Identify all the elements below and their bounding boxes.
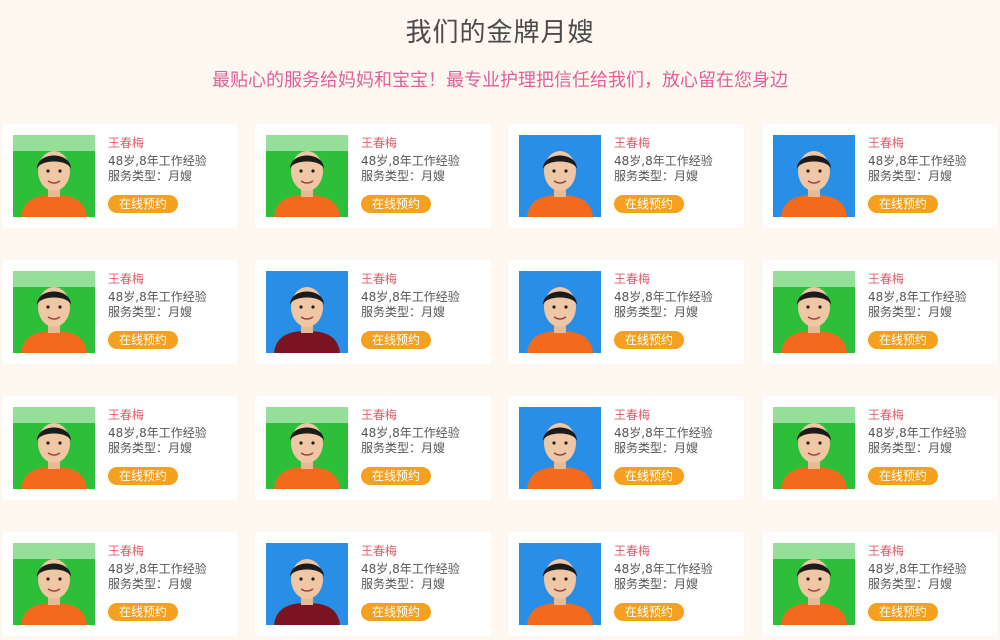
nanny-photo xyxy=(519,543,601,625)
nanny-service-type: 服务类型：月嫂 xyxy=(361,305,446,319)
nanny-age-experience: 48岁,8年工作经验 xyxy=(614,562,713,576)
book-online-button[interactable]: 在线预约 xyxy=(614,195,684,213)
nanny-age-experience: 48岁,8年工作经验 xyxy=(868,154,967,168)
nanny-name: 王春梅 xyxy=(108,272,145,286)
book-online-button[interactable]: 在线预约 xyxy=(361,331,431,349)
book-online-button[interactable]: 在线预约 xyxy=(614,603,684,621)
nanny-photo xyxy=(266,135,348,217)
nanny-photo xyxy=(773,407,855,489)
nanny-service-type: 服务类型：月嫂 xyxy=(108,305,193,319)
book-online-button[interactable]: 在线预约 xyxy=(868,603,938,621)
book-online-button[interactable]: 在线预约 xyxy=(108,331,178,349)
nanny-name: 王春梅 xyxy=(108,544,145,558)
nanny-service-type: 服务类型：月嫂 xyxy=(361,169,446,183)
nanny-card: 王春梅 48岁,8年工作经验 服务类型：月嫂在线预约 xyxy=(508,396,744,500)
nanny-age-experience: 48岁,8年工作经验 xyxy=(108,290,207,304)
nanny-photo xyxy=(266,407,348,489)
nanny-age-experience: 48岁,8年工作经验 xyxy=(108,426,207,440)
nanny-card: 王春梅 48岁,8年工作经验 服务类型：月嫂在线预约 xyxy=(762,532,998,636)
book-online-button[interactable]: 在线预约 xyxy=(614,467,684,485)
nanny-photo xyxy=(519,407,601,489)
nanny-service-type: 服务类型：月嫂 xyxy=(361,441,446,455)
nanny-name: 王春梅 xyxy=(108,136,145,150)
nanny-name: 王春梅 xyxy=(614,136,651,150)
book-online-button[interactable]: 在线预约 xyxy=(108,467,178,485)
nanny-age-experience: 48岁,8年工作经验 xyxy=(361,562,460,576)
nanny-age-experience: 48岁,8年工作经验 xyxy=(108,562,207,576)
nanny-photo xyxy=(773,135,855,217)
nanny-photo xyxy=(13,407,95,489)
nanny-card: 王春梅 48岁,8年工作经验 服务类型：月嫂在线预约 xyxy=(508,532,744,636)
nanny-service-type: 服务类型：月嫂 xyxy=(108,169,193,183)
nanny-card: 王春梅 48岁,8年工作经验 服务类型：月嫂在线预约 xyxy=(508,124,744,228)
nanny-age-experience: 48岁,8年工作经验 xyxy=(614,426,713,440)
nanny-card: 王春梅 48岁,8年工作经验 服务类型：月嫂在线预约 xyxy=(255,260,491,364)
book-online-button[interactable]: 在线预约 xyxy=(868,331,938,349)
nanny-photo xyxy=(266,271,348,353)
nanny-photo xyxy=(773,271,855,353)
book-online-button[interactable]: 在线预约 xyxy=(108,195,178,213)
nanny-card: 王春梅 48岁,8年工作经验 服务类型：月嫂在线预约 xyxy=(2,396,238,500)
nanny-photo xyxy=(13,135,95,217)
nanny-card: 王春梅 48岁,8年工作经验 服务类型：月嫂在线预约 xyxy=(2,532,238,636)
nanny-name: 王春梅 xyxy=(614,272,651,286)
nanny-card: 王春梅 48岁,8年工作经验 服务类型：月嫂在线预约 xyxy=(762,260,998,364)
nanny-name: 王春梅 xyxy=(361,544,398,558)
nanny-age-experience: 48岁,8年工作经验 xyxy=(108,154,207,168)
nanny-name: 王春梅 xyxy=(361,136,398,150)
nanny-card: 王春梅 48岁,8年工作经验 服务类型：月嫂在线预约 xyxy=(255,532,491,636)
nanny-photo xyxy=(13,543,95,625)
nanny-card: 王春梅 48岁,8年工作经验 服务类型：月嫂在线预约 xyxy=(2,124,238,228)
nanny-photo xyxy=(773,543,855,625)
nanny-card: 王春梅 48岁,8年工作经验 服务类型：月嫂在线预约 xyxy=(2,260,238,364)
nanny-name: 王春梅 xyxy=(614,408,651,422)
book-online-button[interactable]: 在线预约 xyxy=(868,467,938,485)
nanny-name: 王春梅 xyxy=(361,408,398,422)
nanny-photo xyxy=(13,271,95,353)
book-online-button[interactable]: 在线预约 xyxy=(614,331,684,349)
nanny-card: 王春梅 48岁,8年工作经验 服务类型：月嫂在线预约 xyxy=(255,396,491,500)
nanny-card: 王春梅 48岁,8年工作经验 服务类型：月嫂在线预约 xyxy=(762,124,998,228)
book-online-button[interactable]: 在线预约 xyxy=(361,603,431,621)
nanny-card: 王春梅 48岁,8年工作经验 服务类型：月嫂在线预约 xyxy=(762,396,998,500)
nanny-age-experience: 48岁,8年工作经验 xyxy=(361,426,460,440)
nanny-service-type: 服务类型：月嫂 xyxy=(868,441,953,455)
nanny-service-type: 服务类型：月嫂 xyxy=(868,305,953,319)
nanny-name: 王春梅 xyxy=(868,272,905,286)
nanny-name: 王春梅 xyxy=(868,408,905,422)
nanny-service-type: 服务类型：月嫂 xyxy=(614,169,699,183)
nanny-name: 王春梅 xyxy=(614,544,651,558)
nanny-name: 王春梅 xyxy=(868,544,905,558)
nanny-service-type: 服务类型：月嫂 xyxy=(361,577,446,591)
nanny-service-type: 服务类型：月嫂 xyxy=(614,577,699,591)
book-online-button[interactable]: 在线预约 xyxy=(361,467,431,485)
nanny-age-experience: 48岁,8年工作经验 xyxy=(361,154,460,168)
nanny-name: 王春梅 xyxy=(868,136,905,150)
nanny-age-experience: 48岁,8年工作经验 xyxy=(614,290,713,304)
nanny-name: 王春梅 xyxy=(361,272,398,286)
nanny-grid: 王春梅 48岁,8年工作经验 服务类型：月嫂 在线预约 王春梅 48岁,8年工作经验 服务类… xyxy=(0,0,1000,640)
nanny-age-experience: 48岁,8年工作经验 xyxy=(868,426,967,440)
nanny-photo xyxy=(519,271,601,353)
nanny-service-type: 服务类型：月嫂 xyxy=(108,577,193,591)
nanny-photo xyxy=(266,543,348,625)
nanny-age-experience: 48岁,8年工作经验 xyxy=(614,154,713,168)
nanny-age-experience: 48岁,8年工作经验 xyxy=(868,290,967,304)
nanny-age-experience: 48岁,8年工作经验 xyxy=(361,290,460,304)
nanny-service-type: 服务类型：月嫂 xyxy=(614,441,699,455)
book-online-button[interactable]: 在线预约 xyxy=(868,195,938,213)
nanny-service-type: 服务类型：月嫂 xyxy=(868,577,953,591)
nanny-service-type: 服务类型：月嫂 xyxy=(868,169,953,183)
nanny-card: 王春梅 48岁,8年工作经验 服务类型：月嫂在线预约 xyxy=(255,124,491,228)
nanny-age-experience: 48岁,8年工作经验 xyxy=(868,562,967,576)
nanny-service-type: 服务类型：月嫂 xyxy=(108,441,193,455)
nanny-name: 王春梅 xyxy=(108,408,145,422)
book-online-button[interactable]: 在线预约 xyxy=(108,603,178,621)
nanny-card: 王春梅 48岁,8年工作经验 服务类型：月嫂在线预约 xyxy=(508,260,744,364)
book-online-button[interactable]: 在线预约 xyxy=(361,195,431,213)
nanny-service-type: 服务类型：月嫂 xyxy=(614,305,699,319)
nanny-photo xyxy=(519,135,601,217)
